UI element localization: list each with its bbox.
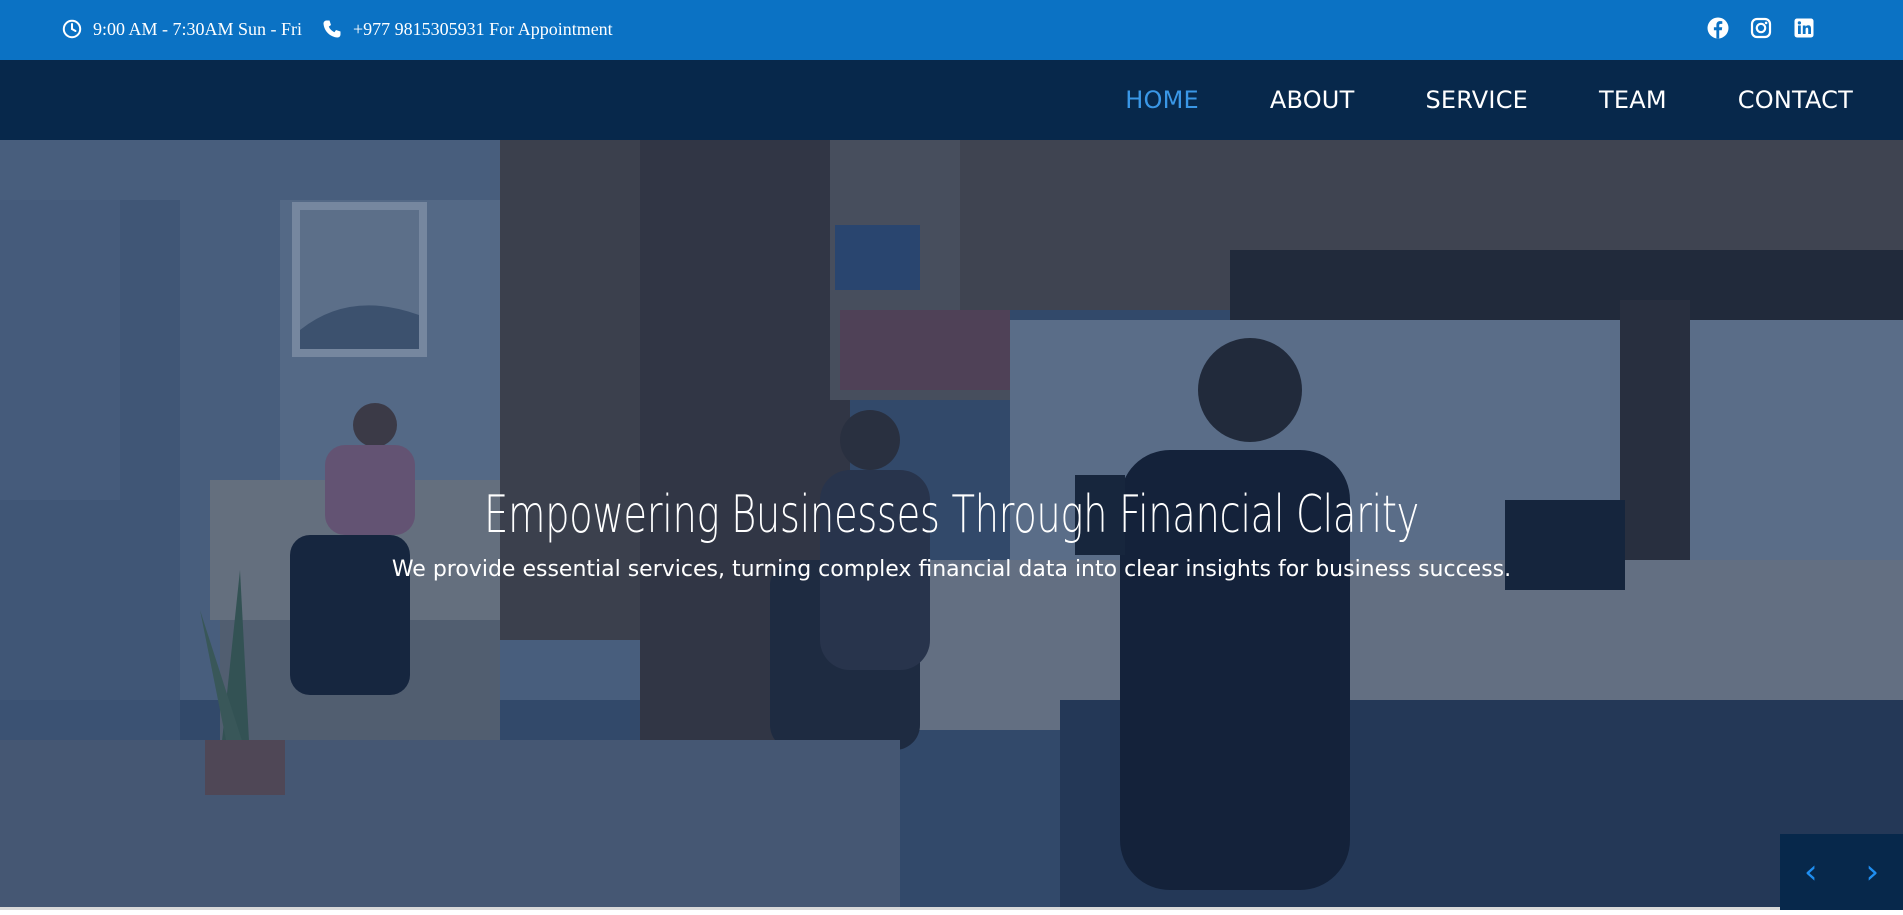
nav-team[interactable]: TEAM (1599, 86, 1667, 114)
nav-contact[interactable]: CONTACT (1738, 86, 1853, 114)
social-links (1707, 17, 1815, 39)
phone-number-text: +977 9815305931 For Appointment (353, 18, 613, 39)
hero-subtitle: We provide essential services, turning c… (391, 557, 1512, 582)
hero-banner: Empowering Businesses Through Financial … (0, 140, 1903, 910)
prev-slide-button[interactable]: ‹ (1804, 855, 1818, 889)
contact-info: 9:00 AM - 7:30AM Sun - Fri +977 98153059… (62, 0, 613, 58)
hero-title: Empowering Businesses Through Financial … (484, 485, 1419, 545)
phone-number[interactable]: +977 9815305931 For Appointment (322, 19, 613, 40)
nav-menu: HOME ABOUT SERVICE TEAM CONTACT (1054, 60, 1853, 140)
hero-divider (0, 907, 1903, 910)
nav-about[interactable]: ABOUT (1270, 86, 1355, 114)
clock-icon (62, 19, 82, 39)
top-info-bar: 9:00 AM - 7:30AM Sun - Fri +977 98153059… (0, 0, 1903, 60)
instagram-icon[interactable] (1750, 17, 1772, 39)
next-slide-button[interactable]: › (1865, 855, 1879, 889)
main-navbar: HOME ABOUT SERVICE TEAM CONTACT (0, 60, 1903, 140)
facebook-icon[interactable] (1707, 17, 1729, 39)
phone-icon (323, 20, 341, 38)
nav-service[interactable]: SERVICE (1425, 86, 1528, 114)
linkedin-icon[interactable] (1793, 17, 1815, 39)
slider-controls: ‹ › (1780, 834, 1903, 910)
business-hours-text: 9:00 AM - 7:30AM Sun - Fri (93, 18, 303, 39)
business-hours: 9:00 AM - 7:30AM Sun - Fri (62, 19, 302, 40)
nav-home[interactable]: HOME (1125, 86, 1199, 114)
